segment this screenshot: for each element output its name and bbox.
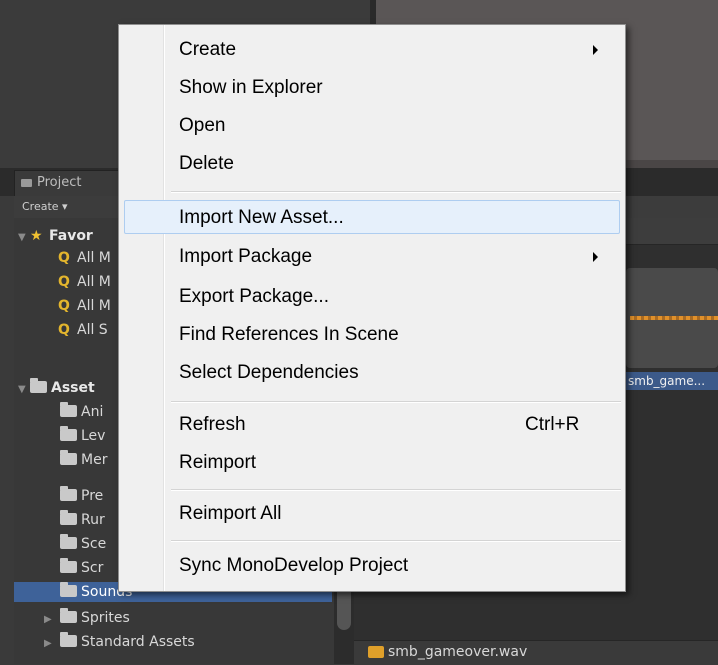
menu-item-open[interactable]: Open (119, 109, 625, 143)
menu-item-show-in-explorer[interactable]: Show in Explorer (119, 71, 625, 105)
audio-asset-thumbnail[interactable] (626, 268, 718, 368)
menu-item-label: Show in Explorer (179, 77, 323, 98)
menu-item-reimport[interactable]: Reimport (119, 446, 625, 480)
menu-item-label: Sync MonoDevelop Project (179, 555, 409, 576)
menu-item-import-new-asset[interactable]: Import New Asset... (124, 200, 620, 234)
folder-icon (60, 402, 77, 417)
menu-item-shortcut: Ctrl+R (525, 414, 580, 435)
tree-assets[interactable]: ▼ Asset (18, 378, 95, 398)
search-icon: Q (58, 322, 70, 338)
favorite-label: All M (77, 250, 111, 266)
menu-item-find-references[interactable]: Find References In Scene (119, 318, 625, 352)
collapse-triangle-icon[interactable]: ▶ (44, 610, 60, 630)
menu-item-create[interactable]: Create (119, 33, 625, 67)
folder-icon (60, 534, 77, 549)
submenu-arrow-icon (593, 45, 598, 55)
tree-folder-sprites[interactable]: ▶ Sprites (44, 608, 130, 628)
folder-label: Ani (81, 404, 104, 420)
favorite-item[interactable]: Q All M (58, 272, 111, 292)
tree-folder[interactable]: Ani (60, 402, 103, 422)
favorite-item[interactable]: Q All S (58, 320, 108, 340)
menu-item-label: Delete (179, 153, 234, 174)
assets-label: Asset (51, 380, 95, 396)
tab-project[interactable]: Project (14, 170, 124, 196)
search-icon: Q (58, 274, 70, 290)
folder-label: Scr (81, 560, 104, 576)
favorites-label: Favor (49, 228, 93, 244)
menu-item-import-package[interactable]: Import Package (119, 240, 625, 274)
collapse-triangle-icon[interactable]: ▶ (44, 634, 60, 654)
selected-file-name: smb_gameover.wav (388, 644, 528, 660)
waveform-icon (630, 316, 718, 320)
menu-item-label: Reimport (179, 452, 257, 473)
menu-item-refresh[interactable]: Refresh Ctrl+R (119, 408, 625, 442)
folder-label: Pre (81, 488, 104, 504)
tree-folder[interactable]: Rur (60, 510, 105, 530)
selected-file: smb_gameover.wav (368, 642, 527, 662)
menu-separator (171, 489, 621, 491)
menu-item-label: Create (179, 39, 237, 60)
menu-item-label: Select Dependencies (179, 362, 359, 383)
menu-item-sync-monodevelop[interactable]: Sync MonoDevelop Project (119, 549, 625, 583)
tree-folder[interactable]: Lev (60, 426, 105, 446)
folder-label: Mer (81, 452, 108, 468)
context-menu: Create Show in Explorer Open Delete Impo… (118, 24, 626, 592)
folder-icon (60, 632, 77, 647)
favorite-label: All M (77, 298, 111, 314)
audio-asset-label[interactable]: smb_game... (624, 372, 718, 390)
favorite-label: All M (77, 274, 111, 290)
star-icon: ★ (30, 228, 43, 244)
audio-file-icon (368, 646, 384, 658)
folder-icon (60, 450, 77, 465)
menu-separator (171, 191, 621, 193)
favorite-item[interactable]: Q All M (58, 296, 111, 316)
tree-folder[interactable]: Scr (60, 558, 103, 578)
menu-item-label: Reimport All (179, 503, 282, 524)
menu-item-label: Export Package... (179, 286, 329, 307)
folder-icon (60, 510, 77, 525)
tree-folder[interactable]: Pre (60, 486, 103, 506)
submenu-arrow-icon (593, 252, 598, 262)
tree-folder[interactable]: Mer (60, 450, 107, 470)
tree-favorites[interactable]: ▼ ★ Favor (18, 226, 93, 246)
folder-icon (60, 558, 77, 573)
tree-folder-standard-assets[interactable]: ▶ Standard Assets (44, 632, 195, 652)
folder-label: Lev (81, 428, 106, 444)
search-icon: Q (58, 250, 70, 266)
menu-separator (171, 401, 621, 403)
tree-folder[interactable]: Sce (60, 534, 106, 554)
folder-label: Sce (81, 536, 107, 552)
create-dropdown[interactable]: Create ▾ (22, 198, 68, 216)
expand-triangle-icon[interactable]: ▼ (18, 228, 30, 248)
menu-item-label: Find References In Scene (179, 324, 399, 345)
project-icon (21, 178, 32, 187)
menu-item-reimport-all[interactable]: Reimport All (119, 497, 625, 531)
menu-item-label: Refresh (179, 414, 246, 435)
tab-project-label: Project (37, 175, 82, 190)
menu-item-export-package[interactable]: Export Package... (119, 280, 625, 314)
menu-item-label: Open (179, 115, 226, 136)
menu-item-select-dependencies[interactable]: Select Dependencies (119, 356, 625, 390)
menu-item-label: Import New Asset... (179, 207, 344, 228)
folder-icon (60, 426, 77, 441)
folder-icon (30, 378, 47, 393)
favorite-label: All S (77, 322, 108, 338)
folder-label: Rur (81, 512, 105, 528)
folder-label: Standard Assets (81, 634, 195, 650)
folder-icon (60, 582, 77, 597)
menu-item-delete[interactable]: Delete (119, 147, 625, 181)
search-icon: Q (58, 298, 70, 314)
menu-separator (171, 540, 621, 542)
expand-triangle-icon[interactable]: ▼ (18, 380, 30, 400)
folder-icon (60, 608, 77, 623)
folder-label: Sprites (81, 610, 130, 626)
favorite-item[interactable]: Q All M (58, 248, 111, 268)
menu-item-label: Import Package (179, 246, 313, 267)
folder-icon (60, 486, 77, 501)
